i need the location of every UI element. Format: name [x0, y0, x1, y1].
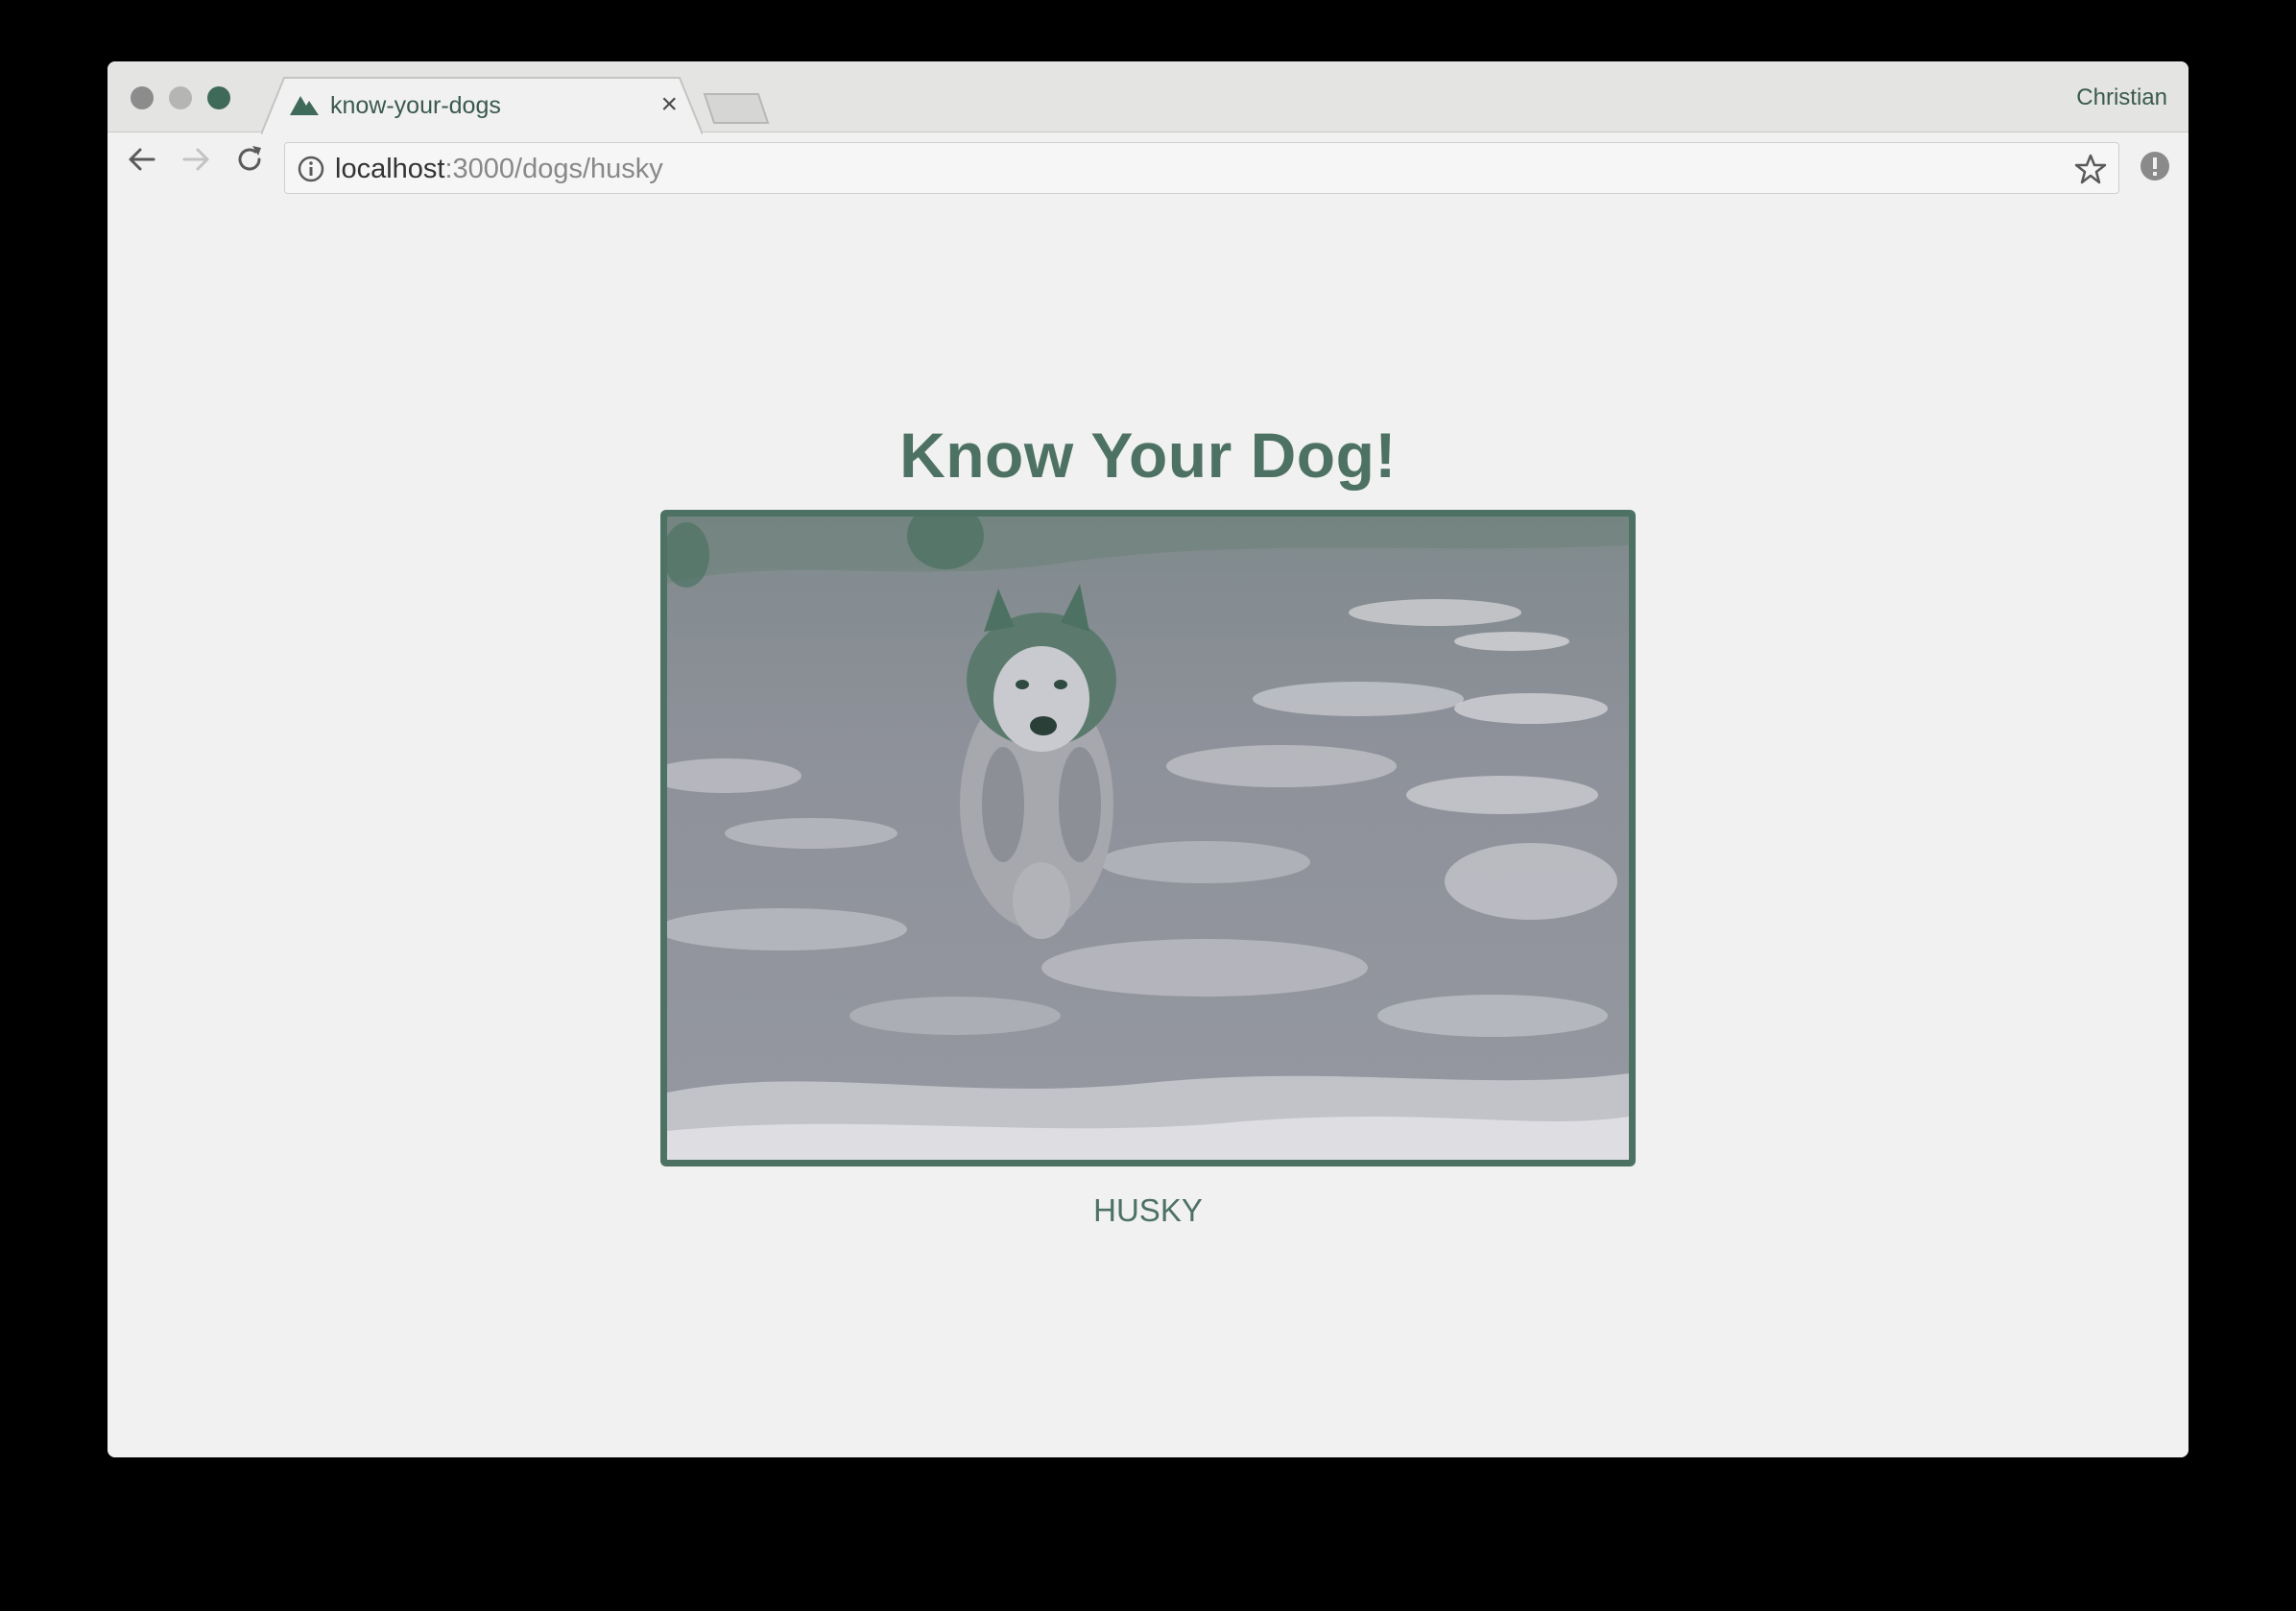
address-bar[interactable]: localhost:3000/dogs/husky [284, 142, 2119, 194]
window-maximize-button[interactable] [207, 86, 230, 109]
mountain-favicon-icon [290, 96, 319, 115]
forward-arrow-icon[interactable] [179, 142, 213, 177]
husky-photo [667, 517, 1629, 1160]
window-close-button[interactable] [131, 86, 154, 109]
tab-title: know-your-dogs [330, 92, 501, 119]
window-controls [131, 86, 230, 109]
browser-window: know-your-dogs × Christian localhost:300… [108, 61, 2188, 1457]
page-content: Know Your Dog! HUSKY [108, 265, 2188, 1457]
info-icon[interactable] [297, 155, 325, 183]
reload-icon[interactable] [232, 142, 267, 177]
tab-strip: know-your-dogs × Christian [108, 61, 2188, 134]
window-minimize-button[interactable] [169, 86, 192, 109]
url-host: localhost [335, 154, 445, 184]
tab-know-your-dogs[interactable]: know-your-dogs × [261, 77, 703, 134]
close-icon[interactable]: × [660, 88, 678, 121]
profile-name[interactable]: Christian [2076, 84, 2167, 111]
dog-breed-caption: HUSKY [1093, 1192, 1203, 1228]
back-arrow-icon[interactable] [125, 142, 159, 177]
url-path: :3000/dogs/husky [444, 154, 663, 184]
alert-icon[interactable] [2139, 150, 2171, 182]
page-title: Know Your Dog! [899, 420, 1397, 491]
dog-image [660, 510, 1636, 1166]
star-icon[interactable] [2074, 153, 2107, 185]
url-text[interactable]: localhost:3000/dogs/husky [335, 154, 663, 185]
new-tab-button[interactable] [703, 92, 770, 125]
